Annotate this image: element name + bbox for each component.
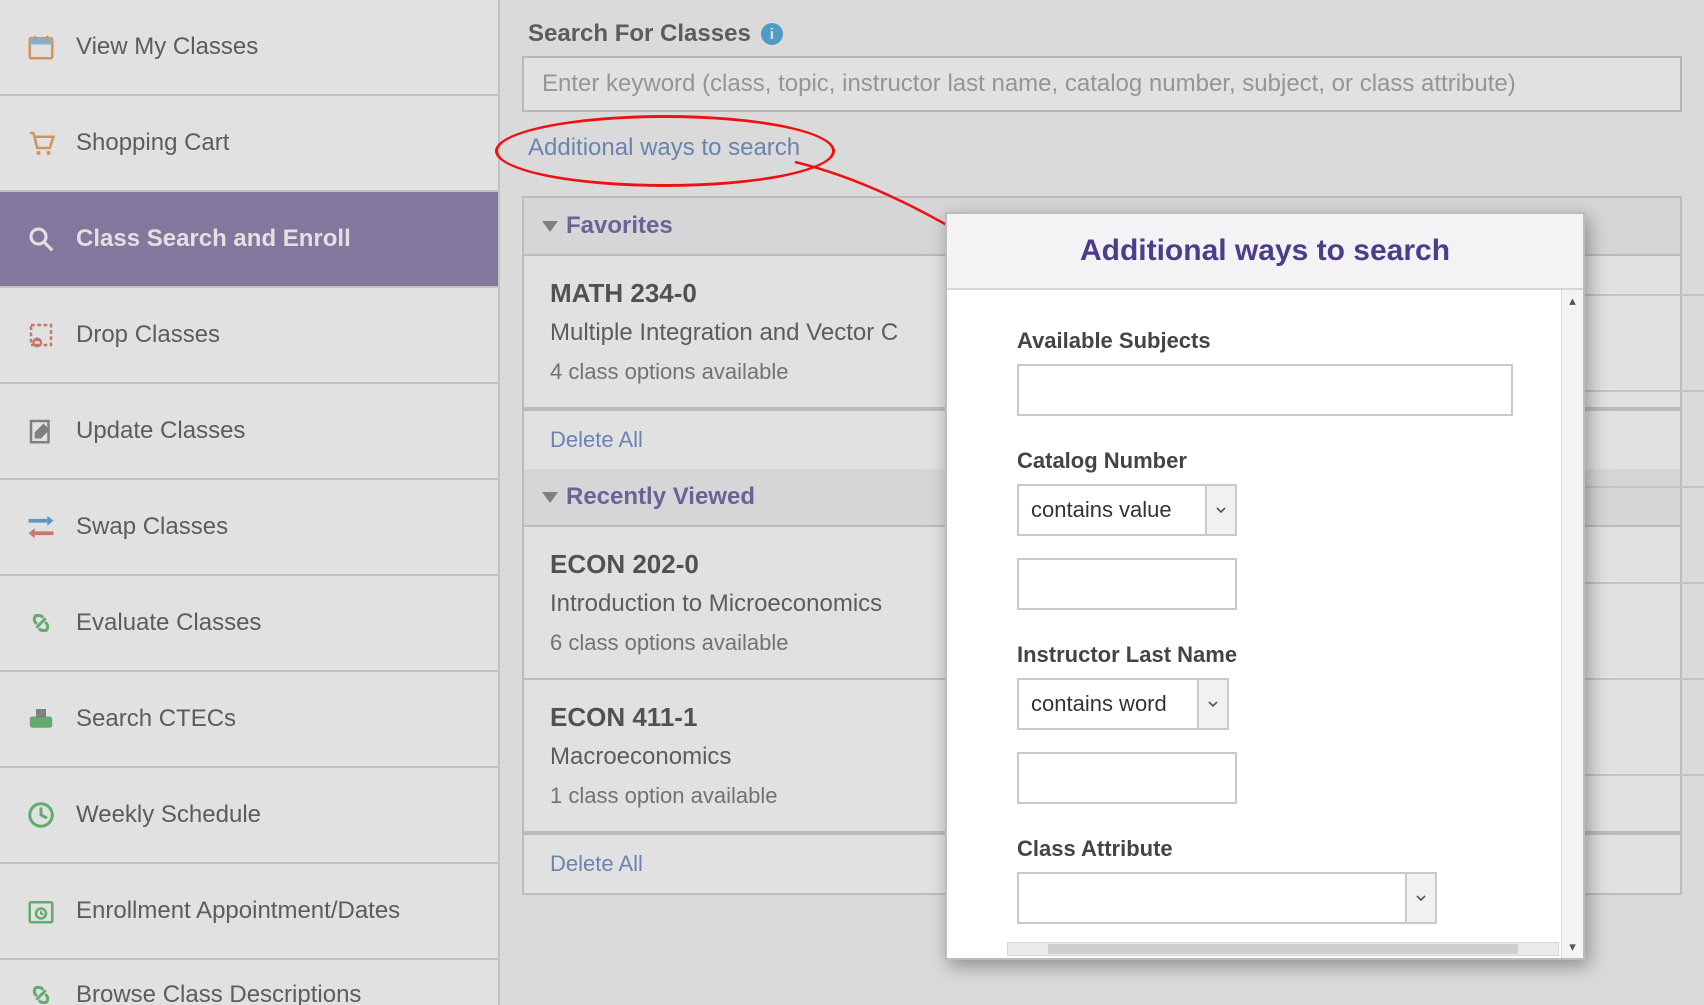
catalog-number-op-select[interactable]: contains value — [1017, 484, 1237, 536]
instructor-label: Instructor Last Name — [1017, 642, 1513, 668]
modal-horizontal-scrollbar[interactable] — [1007, 942, 1559, 956]
swap-icon — [24, 510, 58, 544]
sidebar-item-label: Search CTECs — [76, 705, 236, 733]
link-icon — [24, 606, 58, 640]
scroll-down-icon[interactable]: ▾ — [1562, 936, 1583, 958]
search-heading-row: Search For Classes i — [528, 20, 1682, 48]
caret-down-icon — [542, 492, 558, 503]
sidebar-item-browse-descriptions[interactable]: Browse Class Descriptions — [0, 960, 498, 1005]
sidebar-item-drop-classes[interactable]: Drop Classes — [0, 288, 498, 384]
clock-icon — [24, 798, 58, 832]
chevron-down-icon — [1205, 486, 1235, 534]
sidebar-nav: View My Classes Shopping Cart Class Sear… — [0, 0, 500, 1005]
chevron-down-icon — [1405, 874, 1435, 922]
sidebar-item-label: Update Classes — [76, 417, 245, 445]
app-root: View My Classes Shopping Cart Class Sear… — [0, 0, 1704, 1005]
sidebar-item-label: Swap Classes — [76, 513, 228, 541]
instructor-input[interactable] — [1017, 752, 1237, 804]
select-value: contains word — [1031, 691, 1167, 717]
instructor-op-select[interactable]: contains word — [1017, 678, 1229, 730]
sidebar-item-label: Weekly Schedule — [76, 801, 261, 829]
sidebar-item-evaluate-classes[interactable]: Evaluate Classes — [0, 576, 498, 672]
scroll-up-icon[interactable]: ▴ — [1562, 290, 1583, 312]
modal-body: Available Subjects Catalog Number contai… — [947, 290, 1583, 958]
chevron-down-icon — [1197, 680, 1227, 728]
class-attribute-label: Class Attribute — [1017, 836, 1513, 862]
sidebar-item-view-my-classes[interactable]: View My Classes — [0, 0, 498, 96]
sidebar-item-swap-classes[interactable]: Swap Classes — [0, 480, 498, 576]
class-search-input[interactable] — [522, 56, 1682, 112]
caret-down-icon — [542, 221, 558, 232]
available-subjects-label: Available Subjects — [1017, 328, 1513, 354]
select-value: contains value — [1031, 497, 1172, 523]
search-icon — [24, 222, 58, 256]
class-attribute-select[interactable] — [1017, 872, 1437, 924]
ctec-icon — [24, 702, 58, 736]
sidebar-item-shopping-cart[interactable]: Shopping Cart — [0, 96, 498, 192]
modal-vertical-scrollbar[interactable]: ▴ ▾ — [1561, 290, 1583, 958]
sidebar-item-search-ctecs[interactable]: Search CTECs — [0, 672, 498, 768]
cart-icon — [24, 126, 58, 160]
sidebar-item-enrollment-dates[interactable]: Enrollment Appointment/Dates — [0, 864, 498, 960]
sidebar-item-label: Drop Classes — [76, 321, 220, 349]
modal-title: Additional ways to search — [947, 214, 1583, 290]
drop-icon — [24, 318, 58, 352]
catalog-number-input[interactable] — [1017, 558, 1237, 610]
sidebar-item-label: View My Classes — [76, 33, 258, 61]
available-subjects-input[interactable] — [1017, 364, 1513, 416]
sidebar-item-update-classes[interactable]: Update Classes — [0, 384, 498, 480]
favorites-heading-text: Favorites — [566, 212, 673, 240]
sidebar-item-label: Evaluate Classes — [76, 609, 261, 637]
sidebar-item-label: Shopping Cart — [76, 129, 229, 157]
additional-search-link[interactable]: Additional ways to search — [528, 134, 800, 162]
info-icon[interactable]: i — [761, 23, 783, 45]
catalog-number-label: Catalog Number — [1017, 448, 1513, 474]
scroll-thumb[interactable] — [1048, 944, 1518, 954]
search-heading: Search For Classes — [528, 20, 751, 48]
sidebar-item-class-search-enroll[interactable]: Class Search and Enroll — [0, 192, 498, 288]
sidebar-item-label: Browse Class Descriptions — [76, 981, 361, 1005]
recent-heading-text: Recently Viewed — [566, 483, 755, 511]
additional-search-modal: Additional ways to search Available Subj… — [945, 212, 1585, 960]
link-icon — [24, 978, 58, 1005]
appointment-icon — [24, 894, 58, 928]
calendar-icon — [24, 30, 58, 64]
update-icon — [24, 414, 58, 448]
sidebar-item-label: Enrollment Appointment/Dates — [76, 897, 400, 925]
sidebar-item-label: Class Search and Enroll — [76, 225, 351, 253]
sidebar-item-weekly-schedule[interactable]: Weekly Schedule — [0, 768, 498, 864]
